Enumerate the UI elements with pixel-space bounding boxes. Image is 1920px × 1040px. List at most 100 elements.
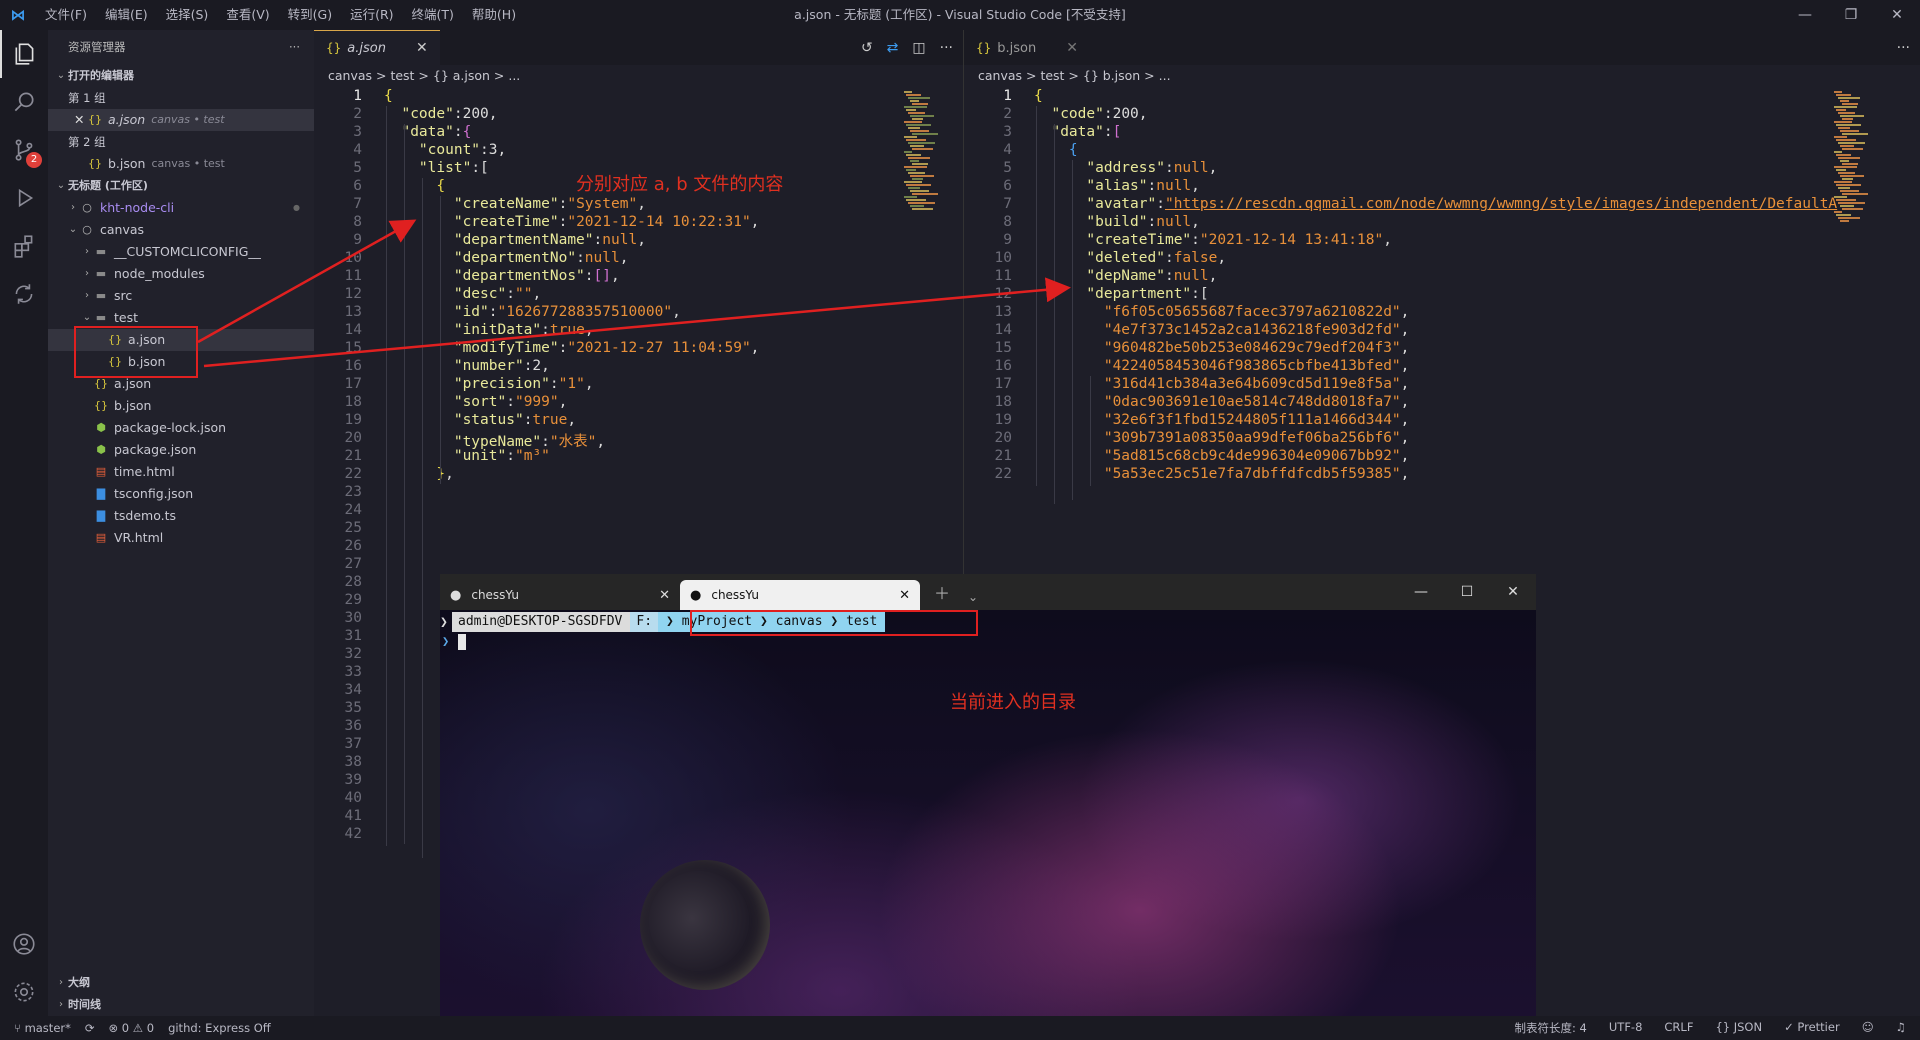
language-indicator[interactable]: {} JSON (1715, 1020, 1762, 1036)
encoding-indicator[interactable]: UTF-8 (1609, 1020, 1643, 1036)
menu-item[interactable]: 终端(T) (403, 0, 463, 30)
branch-indicator[interactable]: ⑂ master* (14, 1021, 71, 1035)
line-number: 24 (344, 502, 362, 518)
tree-item[interactable]: ⬢ package-lock.json (48, 417, 314, 439)
close-icon[interactable]: ✕ (659, 588, 670, 603)
code-token: , (532, 286, 542, 302)
more-actions-icon[interactable]: ··· (940, 40, 953, 56)
minimize-icon[interactable]: — (1398, 574, 1444, 610)
line-number: 11 (994, 268, 1012, 284)
line-number: 20 (344, 430, 362, 446)
prettier-indicator[interactable]: ✓ Prettier (1784, 1020, 1840, 1036)
menu-item[interactable]: 查看(V) (217, 0, 278, 30)
source-control-icon[interactable]: 2 (0, 126, 48, 174)
tree-item[interactable]: ⬢ package.json (48, 439, 314, 461)
open-editor-item[interactable]: ✕ {} a.json canvas • test (48, 109, 314, 131)
code-line: "unit":"m³" (384, 448, 550, 464)
minimize-icon[interactable]: — (1782, 0, 1828, 30)
tree-item[interactable]: › ▬ __CUSTOMCLICONFIG__ (48, 241, 314, 263)
minimap[interactable] (894, 87, 954, 247)
new-tab-icon[interactable]: ＋ (934, 580, 950, 604)
restore-icon[interactable]: ❐ (1828, 0, 1874, 30)
eol-indicator[interactable]: CRLF (1664, 1020, 1693, 1036)
menu-item[interactable]: 帮助(H) (463, 0, 525, 30)
tree-item[interactable]: {} b.json (48, 395, 314, 417)
breadcrumb[interactable]: canvas > test > {} b.json > ... (964, 65, 1920, 87)
line-number: 14 (994, 322, 1012, 338)
menu-item[interactable]: 编辑(E) (96, 0, 157, 30)
tree-item[interactable]: ▤ VR.html (48, 527, 314, 549)
code-line: { (1034, 88, 1043, 104)
code-line: "id":"162677288357510000", (384, 304, 681, 320)
close-icon[interactable]: ✕ (74, 109, 88, 131)
tree-item[interactable]: ▇ tsdemo.ts (48, 505, 314, 527)
tree-item-label: package-lock.json (114, 420, 227, 435)
line-number: 17 (344, 376, 362, 392)
tab-a-json[interactable]: {} a.json ✕ (314, 30, 440, 65)
tab-b-json[interactable]: {} b.json ✕ (964, 30, 1090, 65)
problems-indicator[interactable]: ⊗ 0 ⚠ 0 (109, 1021, 155, 1035)
line-number: 9 (353, 232, 362, 248)
compare-icon[interactable]: ⇄ (887, 40, 899, 56)
tree-item[interactable]: ▤ time.html (48, 461, 314, 483)
close-icon[interactable]: ✕ (1066, 40, 1078, 56)
extensions-icon[interactable] (0, 222, 48, 270)
feedback-icon[interactable]: ☺ (1862, 1020, 1874, 1036)
code-token: "departmentName" (453, 232, 594, 248)
line-number: 8 (1003, 214, 1012, 230)
close-icon[interactable]: ✕ (1490, 574, 1536, 610)
tree-item-label: tsconfig.json (114, 486, 194, 501)
breadcrumb[interactable]: canvas > test > {} a.json > ... (314, 65, 963, 87)
code-token: [ (1112, 124, 1122, 140)
remote-icon[interactable] (0, 270, 48, 318)
code-token: "4e7f373c1452a2ca1436218fe903d2fd" (1103, 322, 1401, 338)
minimap[interactable] (1824, 87, 1914, 247)
search-icon[interactable] (0, 78, 48, 126)
menu-bar: 文件(F) 编辑(E) 选择(S) 查看(V) 转到(G) 运行(R) 终端(T) 帮助(H) (36, 0, 525, 30)
timeline-icon[interactable]: ↺ (861, 40, 873, 56)
tree-item[interactable]: › ▬ node_modules (48, 263, 314, 285)
workspace-section[interactable]: ⌄ 无标题 (工作区) (48, 175, 314, 197)
menu-item[interactable]: 运行(R) (341, 0, 402, 30)
run-debug-icon[interactable] (0, 174, 48, 222)
more-actions-icon[interactable]: ··· (289, 30, 300, 65)
code-token: , (1383, 232, 1392, 248)
maximize-icon[interactable]: ☐ (1444, 574, 1490, 610)
tree-item[interactable]: ⌄ ○ canvas (48, 219, 314, 241)
settings-gear-icon[interactable] (0, 968, 48, 1016)
more-actions-icon[interactable]: ··· (1897, 40, 1910, 56)
line-number: 7 (1003, 196, 1012, 212)
close-icon[interactable]: ✕ (1874, 0, 1920, 30)
menu-item[interactable]: 选择(S) (157, 0, 218, 30)
chevron-down-icon[interactable]: ⌄ (968, 590, 978, 604)
close-icon[interactable]: ✕ (416, 40, 428, 56)
open-editor-item[interactable]: {} b.json canvas • test (48, 153, 314, 175)
account-icon[interactable] (0, 920, 48, 968)
githd-status[interactable]: githd: Express Off (168, 1021, 271, 1035)
explorer-icon[interactable] (0, 30, 48, 78)
close-icon[interactable]: ✕ (899, 588, 910, 603)
code-token: "code" (1051, 106, 1104, 122)
code-line: "precision":"1", (384, 376, 594, 392)
folder-icon: ▬ (95, 245, 107, 258)
tree-item[interactable]: › ○ kht-node-cli ● (48, 197, 314, 219)
git-branch-icon: ⑂ (14, 1021, 25, 1035)
line-number: 2 (353, 106, 362, 122)
tree-item-label: src (114, 288, 133, 303)
tree-item[interactable]: ▇ tsconfig.json (48, 483, 314, 505)
menu-item[interactable]: 转到(G) (279, 0, 341, 30)
open-editors-section[interactable]: ⌄ 打开的编辑器 (48, 65, 314, 87)
tab-size-indicator[interactable]: 制表符长度: 4 (1515, 1020, 1587, 1036)
split-editor-icon[interactable]: ◫ (912, 40, 925, 56)
terminal-tab-active[interactable]: ● chessYu ✕ (680, 580, 920, 610)
sync-icon[interactable]: ⟳ (85, 1021, 95, 1035)
code-token: , (558, 394, 568, 410)
html-file-icon: ▤ (95, 531, 107, 544)
tree-item[interactable]: › ▬ src (48, 285, 314, 307)
notifications-icon[interactable]: ♫ (1896, 1020, 1906, 1036)
terminal-tab[interactable]: ● chessYu ✕ (440, 580, 680, 610)
tree-item-label: time.html (114, 464, 175, 479)
timeline-section[interactable]: › 时间线 (48, 994, 314, 1016)
menu-item[interactable]: 文件(F) (36, 0, 96, 30)
outline-section[interactable]: › 大纲 (48, 972, 314, 994)
